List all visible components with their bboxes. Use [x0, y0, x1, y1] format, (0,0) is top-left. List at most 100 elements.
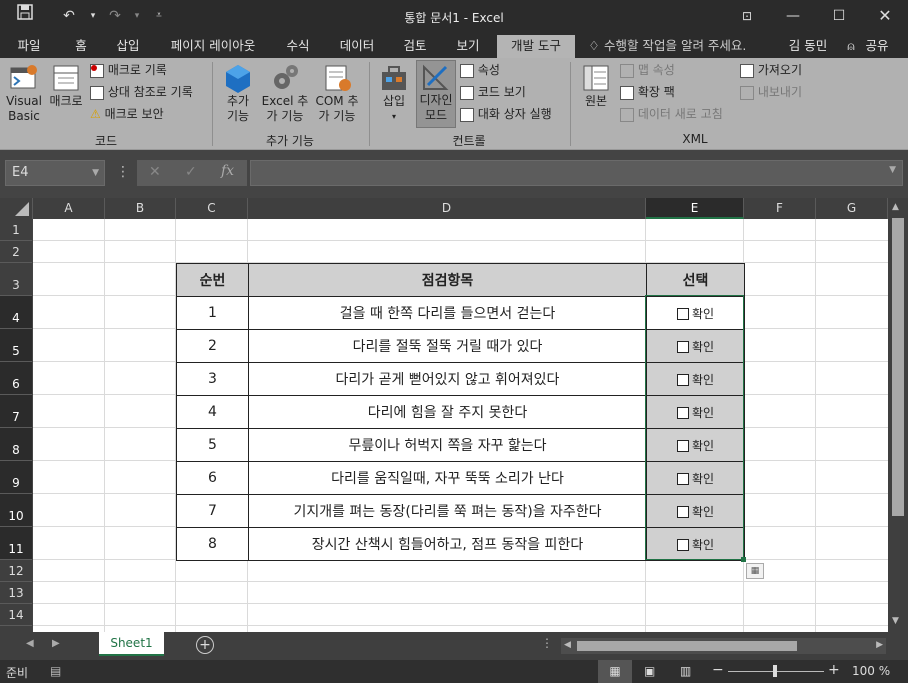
checkbox[interactable]: [676, 505, 689, 518]
row-header-2[interactable]: 2: [0, 241, 32, 263]
normal-view-icon[interactable]: ▦: [598, 660, 632, 683]
row-number[interactable]: 8: [176, 527, 249, 561]
checkbox[interactable]: [676, 472, 689, 485]
insert-function-icon[interactable]: fx: [221, 163, 234, 179]
row-header-12[interactable]: 12: [0, 560, 32, 582]
column-header-b[interactable]: B: [105, 198, 176, 219]
checkbox-cell[interactable]: 확인: [646, 527, 745, 561]
map-properties-button[interactable]: 맵 속성: [620, 60, 675, 80]
tab-page-layout[interactable]: 페이지 레이아웃: [160, 35, 266, 58]
share-button[interactable]: 공유: [862, 35, 892, 58]
row-item[interactable]: 다리를 움직일때, 자꾸 뚝뚝 소리가 난다: [248, 461, 647, 495]
relative-reference-button[interactable]: 상대 참조로 기록: [90, 82, 193, 102]
row-header-5[interactable]: 5: [0, 329, 32, 362]
row-item[interactable]: 다리가 곧게 뻗어있지 않고 휘어져있다: [248, 362, 647, 396]
checkbox-cell[interactable]: 확인: [646, 395, 745, 429]
user-name[interactable]: 김 동민: [783, 35, 833, 58]
tab-home[interactable]: 홈: [65, 35, 97, 58]
com-addins-button[interactable]: COM 추가 기능: [310, 62, 364, 124]
addins-button[interactable]: 추가 기능: [218, 62, 258, 124]
row-number[interactable]: 7: [176, 494, 249, 528]
sheet-tab-sheet1[interactable]: Sheet1: [99, 632, 164, 656]
checkbox[interactable]: [676, 406, 689, 419]
horizontal-scroll-thumb[interactable]: [577, 641, 797, 651]
page-break-view-icon[interactable]: ▥: [680, 664, 691, 678]
row-item[interactable]: 기지개를 펴는 동장(다리를 쭉 펴는 동작)을 자주한다: [248, 494, 647, 528]
prev-sheet-icon[interactable]: ◀: [26, 638, 34, 649]
row-header-3[interactable]: 3: [0, 263, 32, 296]
row-header-1[interactable]: 1: [0, 219, 32, 241]
maximize-icon[interactable]: ☐: [826, 4, 852, 28]
zoom-in-icon[interactable]: +: [828, 662, 840, 678]
tab-review[interactable]: 검토: [394, 35, 436, 58]
quick-analysis-icon[interactable]: ▦: [746, 563, 764, 579]
page-layout-view-icon[interactable]: ▣: [644, 664, 655, 678]
row-number[interactable]: 5: [176, 428, 249, 462]
header-number[interactable]: 순번: [176, 263, 249, 297]
column-header-g[interactable]: G: [816, 198, 888, 219]
checkbox-cell[interactable]: 확인: [646, 362, 745, 396]
macro-security-button[interactable]: ⚠ 매크로 보안: [90, 104, 164, 124]
checkbox-cell[interactable]: 확인: [646, 461, 745, 495]
design-mode-button[interactable]: 디자인 모드: [416, 60, 456, 128]
checkbox-cell[interactable]: 확인: [646, 296, 745, 330]
row-header-6[interactable]: 6: [0, 362, 32, 395]
scroll-down-icon[interactable]: ▼: [892, 616, 899, 626]
row-header-9[interactable]: 9: [0, 461, 32, 494]
row-header-8[interactable]: 8: [0, 428, 32, 461]
scroll-right-icon[interactable]: ▶: [876, 640, 883, 650]
excel-addins-button[interactable]: Excel 추가 기능: [258, 62, 312, 124]
ribbon-display-icon[interactable]: ⊡: [734, 4, 760, 28]
row-number[interactable]: 2: [176, 329, 249, 363]
column-header-d[interactable]: D: [248, 198, 646, 219]
macro-record-status-icon[interactable]: ▤: [50, 664, 61, 678]
tab-developer[interactable]: 개발 도구: [497, 35, 575, 58]
chevron-down-icon[interactable]: ▼: [92, 161, 99, 185]
row-number[interactable]: 6: [176, 461, 249, 495]
row-item[interactable]: 다리를 절뚝 절뚝 거릴 때가 있다: [248, 329, 647, 363]
column-header-c[interactable]: C: [176, 198, 248, 219]
add-sheet-icon[interactable]: +: [196, 636, 214, 654]
close-icon[interactable]: ✕: [872, 4, 898, 28]
checkbox[interactable]: [676, 307, 689, 320]
run-dialog-button[interactable]: 대화 상자 실행: [460, 104, 552, 124]
export-button[interactable]: 내보내기: [740, 82, 802, 102]
checkbox[interactable]: [676, 340, 689, 353]
scroll-left-icon[interactable]: ◀: [564, 640, 571, 650]
tab-file[interactable]: 파일: [10, 35, 48, 58]
checkbox[interactable]: [676, 373, 689, 386]
properties-button[interactable]: 속성: [460, 60, 500, 80]
horizontal-scrollbar[interactable]: ◀ ▶: [561, 638, 886, 654]
zoom-slider-thumb[interactable]: [773, 665, 777, 677]
vertical-scroll-thumb[interactable]: [892, 218, 904, 516]
refresh-data-button[interactable]: 데이터 새로 고침: [620, 104, 723, 124]
import-button[interactable]: 가져오기: [740, 60, 802, 80]
row-header-4[interactable]: 4: [0, 296, 32, 329]
enter-icon[interactable]: ✓: [185, 164, 197, 180]
row-number[interactable]: 4: [176, 395, 249, 429]
worksheet-grid[interactable]: 순번 점검항목 선택 1 걸을 때 한쪽 다리를 들으면서 걷는다 확인 2 다…: [33, 219, 888, 632]
macro-button[interactable]: 매크로: [46, 62, 86, 109]
row-number[interactable]: 1: [176, 296, 249, 330]
column-header-e[interactable]: E: [646, 198, 744, 219]
view-code-button[interactable]: 코드 보기: [460, 82, 526, 102]
row-header-13[interactable]: 13: [0, 582, 32, 604]
minimize-icon[interactable]: —: [780, 4, 806, 28]
column-header-a[interactable]: A: [33, 198, 105, 219]
row-header-14[interactable]: 14: [0, 604, 32, 626]
tell-me-input[interactable]: 수행할 작업을 알려 주세요.: [604, 35, 764, 58]
row-header-7[interactable]: 7: [0, 395, 32, 428]
name-box[interactable]: E4 ▼: [5, 160, 105, 186]
column-header-f[interactable]: F: [744, 198, 816, 219]
row-header-11[interactable]: 11: [0, 527, 32, 560]
checkbox[interactable]: [676, 439, 689, 452]
expand-formula-icon[interactable]: ▼: [889, 165, 896, 175]
checkbox[interactable]: [676, 538, 689, 551]
next-sheet-icon[interactable]: ▶: [52, 638, 60, 649]
split-handle-icon[interactable]: ⋮: [541, 636, 553, 650]
checkbox-cell[interactable]: 확인: [646, 428, 745, 462]
expansion-packs-button[interactable]: 확장 팩: [620, 82, 675, 102]
row-item[interactable]: 다리에 힘을 잘 주지 못한다: [248, 395, 647, 429]
row-item[interactable]: 장시간 산책시 힘들어하고, 점프 동작을 피한다: [248, 527, 647, 561]
header-item[interactable]: 점검항목: [248, 263, 647, 297]
